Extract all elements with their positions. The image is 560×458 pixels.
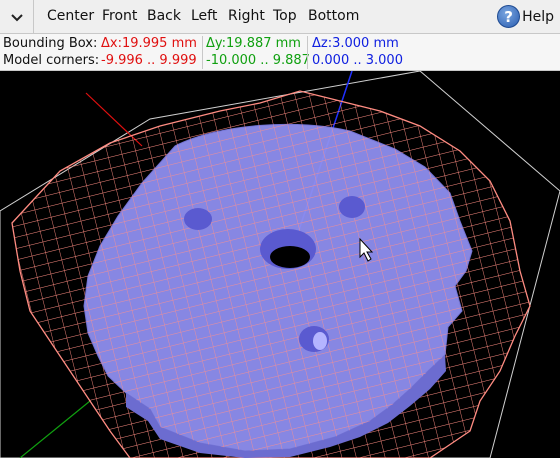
bbox-dy: Δy:19.887 mm — [206, 36, 301, 51]
view-toolbar: Center Front Back Left Right Top Bottom … — [0, 0, 560, 34]
help-icon: ? — [497, 5, 521, 28]
view-back-button[interactable]: Back — [147, 0, 181, 33]
corners-y-range: -10.000 .. 9.887 — [206, 53, 310, 68]
bounding-box-panel: Bounding Box: Model corners: Δx:19.995 m… — [0, 34, 560, 71]
bbox-label: Bounding Box: — [3, 36, 98, 51]
bbox-dz: Δz:3.000 mm — [312, 36, 399, 51]
view-top-button[interactable]: Top — [273, 0, 297, 33]
help-label: Help — [522, 8, 554, 25]
view-center-button[interactable]: Center — [47, 0, 94, 33]
menu-button[interactable] — [0, 0, 34, 33]
corners-x-range: -9.996 .. 9.999 — [101, 53, 197, 68]
hole-highlight — [313, 332, 327, 350]
view-bottom-button[interactable]: Bottom — [308, 0, 359, 33]
hole-top-right — [339, 196, 365, 218]
bbox-dx: Δx:19.995 mm — [101, 36, 197, 51]
column-divider — [202, 36, 203, 69]
model-corners-label: Model corners: — [3, 53, 100, 68]
corners-z-range: 0.000 .. 3.000 — [312, 53, 403, 68]
y-axis-line — [19, 400, 91, 458]
view-left-button[interactable]: Left — [191, 0, 217, 33]
view-front-button[interactable]: Front — [102, 0, 137, 33]
hole-top-left — [184, 208, 212, 230]
center-hole-inner — [270, 246, 310, 268]
help-button[interactable]: ? Help — [497, 0, 554, 33]
view-right-button[interactable]: Right — [228, 0, 265, 33]
chevron-down-icon — [10, 7, 23, 26]
column-divider — [307, 36, 308, 69]
3d-viewport[interactable] — [0, 71, 560, 458]
